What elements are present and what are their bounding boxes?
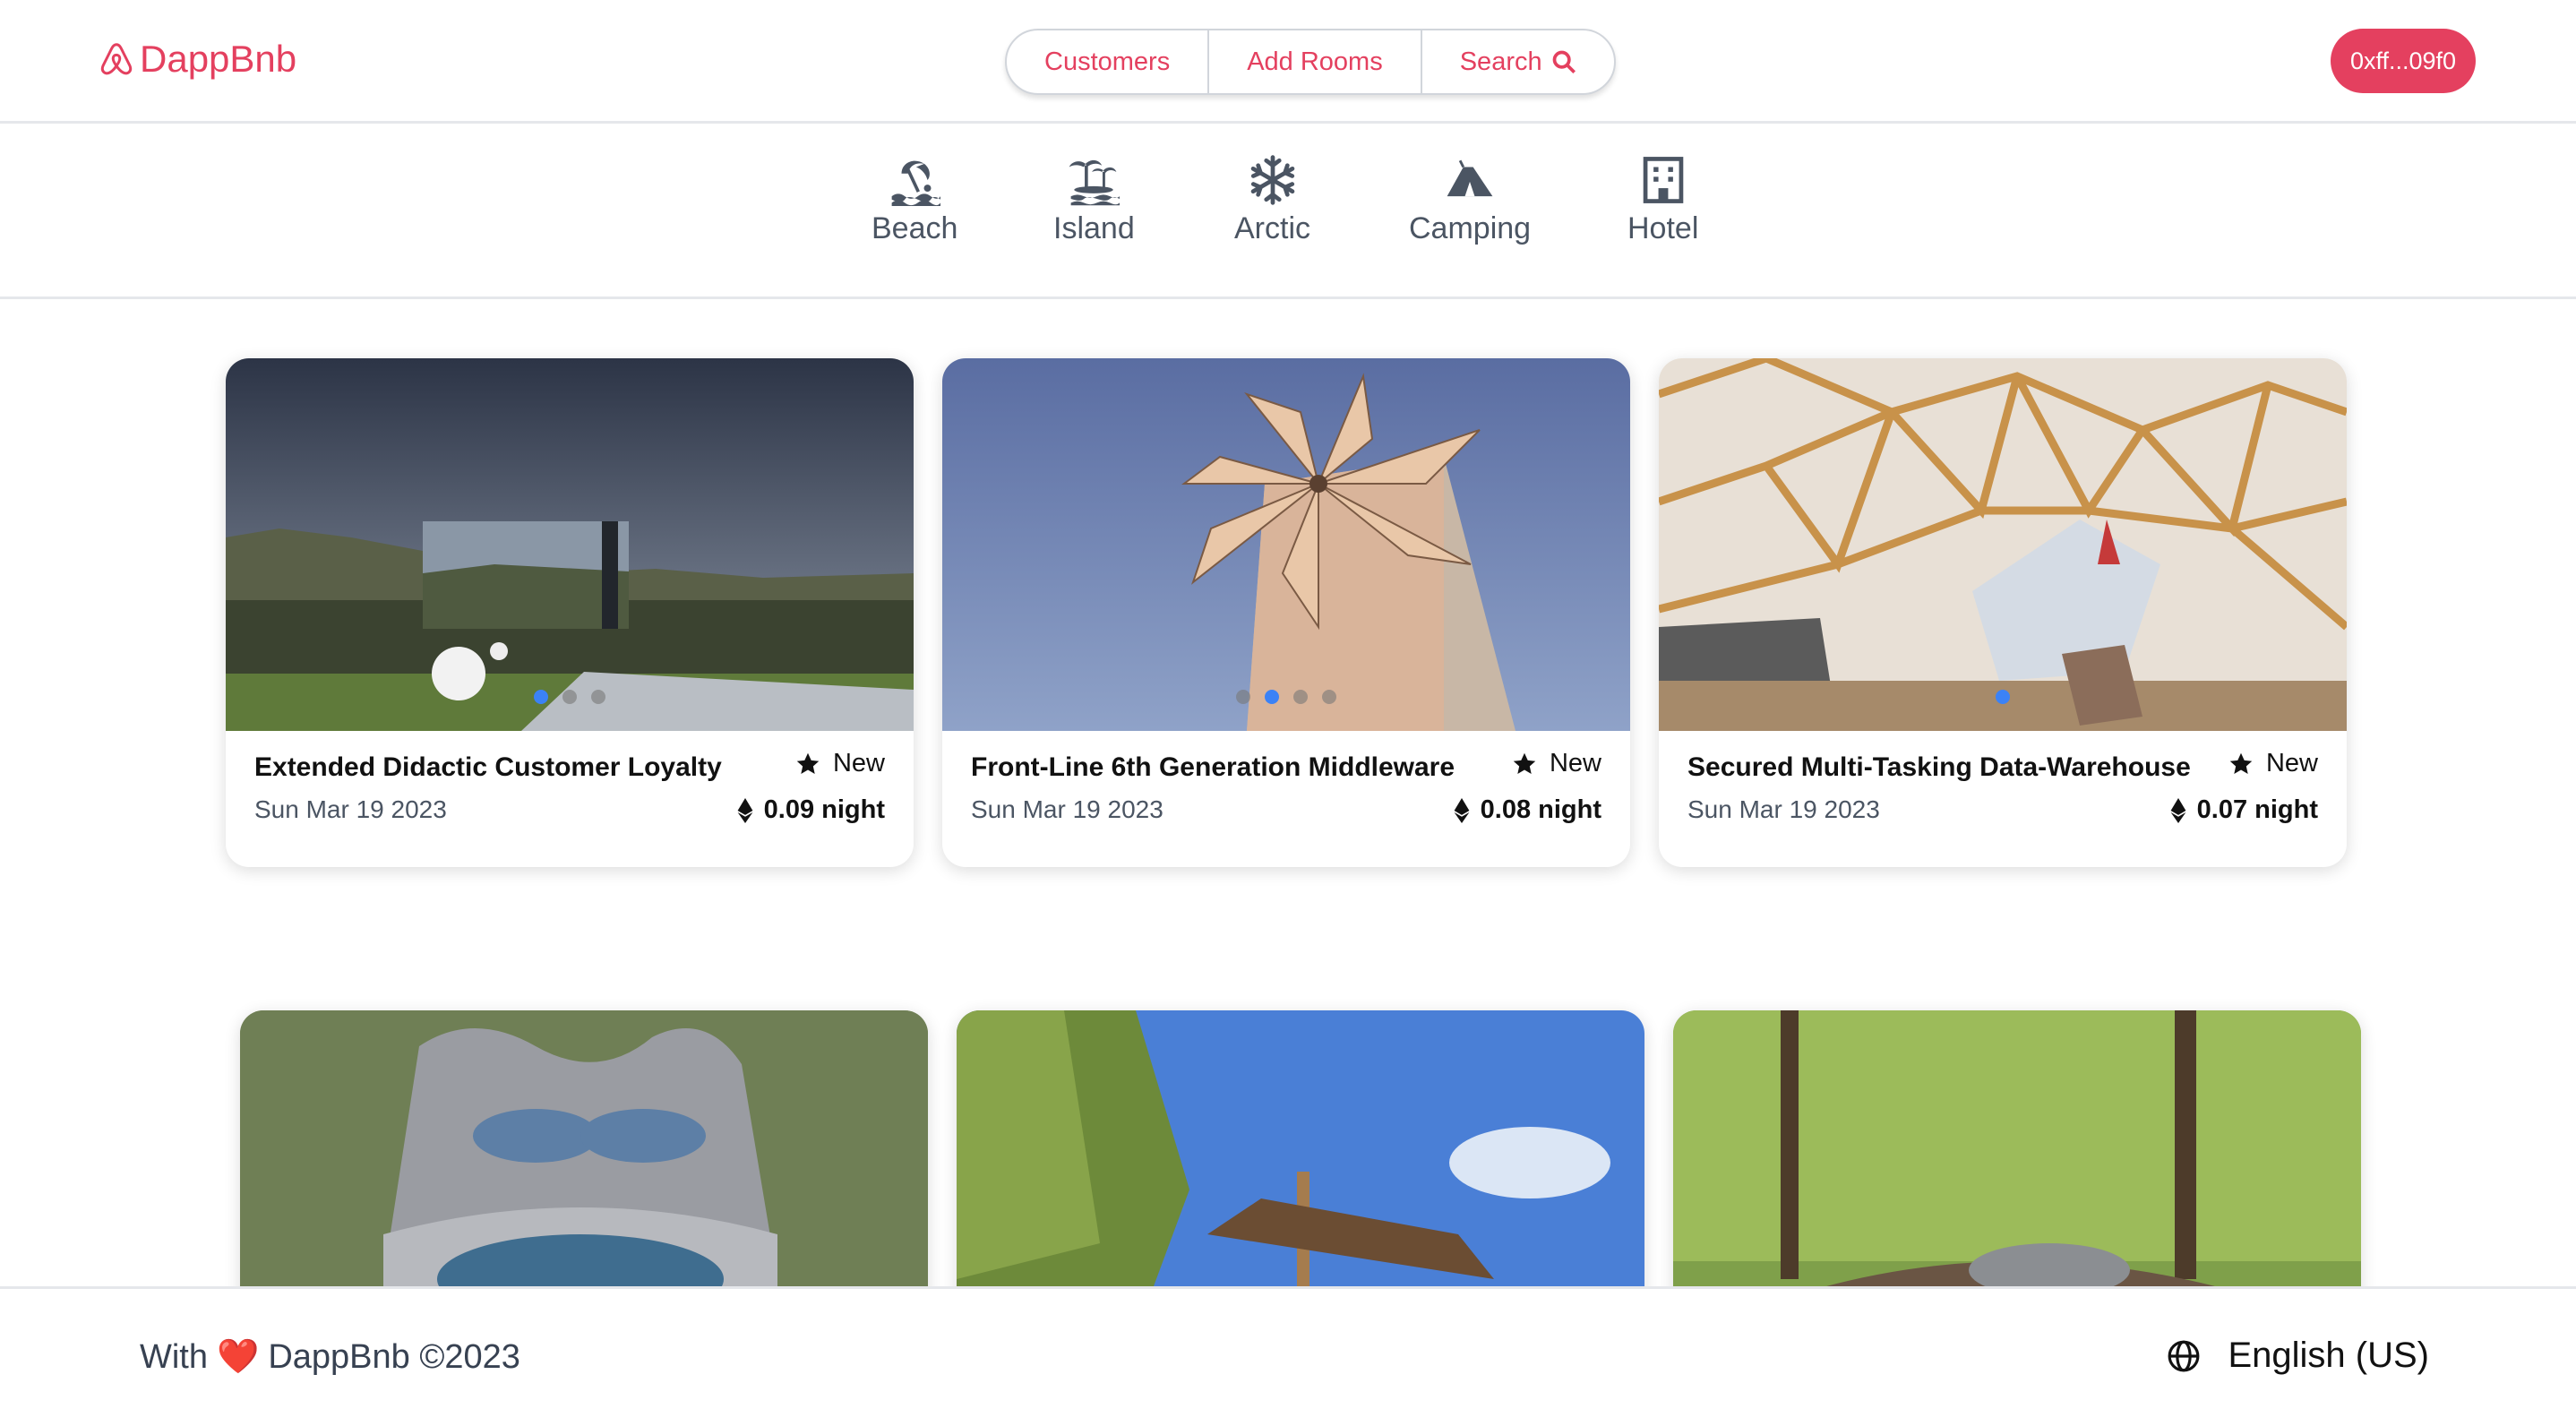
listing-card[interactable]: Front-Line 6th Generation Middleware New… (942, 358, 1630, 867)
listing-price: 0.08 night (1454, 795, 1601, 825)
listing-rating: New (795, 749, 885, 778)
listing-date: Sun Mar 19 2023 (1687, 795, 1880, 823)
carousel-dot[interactable] (1236, 690, 1250, 704)
listing-rating-text: New (1549, 749, 1601, 777)
category-hotel-label: Hotel (1627, 211, 1699, 245)
airbnb-logo-icon (100, 43, 133, 75)
language-label: English (US) (2228, 1336, 2429, 1375)
listing-price-text: 0.08 night (1480, 795, 1601, 824)
listing-price: 0.07 night (2170, 795, 2318, 825)
category-bar: Beach Island Arctic Camping Hotel (0, 124, 2576, 299)
category-hotel[interactable]: Hotel (1627, 154, 1698, 246)
footer-credit: With ❤️ DappBnb ©2023 (140, 1337, 520, 1377)
carousel-dots (226, 690, 914, 704)
nav-add-rooms-label: Add Rooms (1247, 47, 1383, 76)
carousel-dot[interactable] (562, 690, 577, 704)
listing-image[interactable] (226, 358, 914, 731)
category-camping[interactable]: Camping (1409, 154, 1531, 246)
listing-card[interactable]: Secured Multi-Tasking Data-Warehouse New… (1659, 358, 2347, 867)
category-camping-label: Camping (1409, 211, 1532, 245)
listing-title[interactable]: Front-Line 6th Generation Middleware (971, 752, 1455, 783)
ethereum-icon (2170, 797, 2186, 823)
category-arctic[interactable]: Arctic (1234, 154, 1310, 246)
top-navbar: DappBnb Customers Add Rooms Search 0xff.… (0, 0, 2576, 124)
carousel-dot[interactable] (1293, 690, 1308, 704)
carousel-dot[interactable] (1265, 690, 1279, 704)
heart-icon: ❤️ (217, 1338, 260, 1376)
main-nav: Customers Add Rooms Search (1005, 29, 1616, 95)
nav-search-label: Search (1459, 47, 1542, 76)
globe-icon (2168, 1340, 2200, 1371)
listing-info: Extended Didactic Customer Loyalty New S… (226, 731, 914, 867)
listing-rating-text: New (2265, 749, 2318, 777)
carousel-dots (1659, 690, 2347, 704)
footer-prefix: With (140, 1337, 208, 1376)
brand-name: DappBnb (140, 38, 297, 80)
brand-logo[interactable]: DappBnb (99, 38, 296, 81)
listing-rating-text: New (832, 749, 885, 777)
listing-title[interactable]: Secured Multi-Tasking Data-Warehouse (1687, 752, 2191, 783)
hotel-icon (1643, 157, 1683, 203)
listing-rating: New (1512, 749, 1601, 778)
listing-price-text: 0.07 night (2196, 795, 2318, 824)
category-island-label: Island (1053, 211, 1135, 245)
carousel-dot[interactable] (1322, 690, 1336, 704)
wallet-button[interactable]: 0xff...09f0 (2331, 29, 2476, 93)
beach-icon (891, 160, 941, 206)
listing-date: Sun Mar 19 2023 (971, 795, 1163, 823)
wallet-address: 0xff...09f0 (2349, 47, 2457, 74)
nav-search[interactable]: Search (1422, 30, 1614, 93)
carousel-dot[interactable] (591, 690, 605, 704)
listing-price-text: 0.09 night (763, 795, 885, 824)
carousel-dots (942, 690, 1630, 704)
listing-image[interactable] (942, 358, 1630, 731)
listing-date: Sun Mar 19 2023 (254, 795, 447, 823)
search-icon (1552, 50, 1576, 73)
nav-customers-label: Customers (1044, 47, 1171, 76)
listing-title[interactable]: Extended Didactic Customer Loyalty (254, 752, 722, 783)
ethereum-icon (737, 797, 753, 823)
dome-interior-photo (1659, 358, 2347, 731)
language-selector[interactable]: English (US) (2167, 1336, 2429, 1376)
category-arctic-label: Arctic (1234, 211, 1310, 245)
ethereum-icon (1454, 797, 1470, 823)
snowflake-icon (1250, 155, 1294, 205)
nav-add-rooms[interactable]: Add Rooms (1209, 30, 1422, 93)
listing-card[interactable]: Extended Didactic Customer Loyalty New S… (226, 358, 914, 867)
mirror-house-photo (226, 358, 914, 731)
footer-copyright: DappBnb ©2023 (268, 1337, 520, 1376)
listing-image[interactable] (1659, 358, 2347, 731)
carousel-dot[interactable] (534, 690, 548, 704)
island-icon (1069, 159, 1121, 206)
footer: With ❤️ DappBnb ©2023 English (US) (0, 1286, 2576, 1426)
nav-customers[interactable]: Customers (1007, 30, 1210, 93)
listing-rating: New (2228, 749, 2318, 778)
category-island[interactable]: Island (1053, 154, 1135, 246)
listing-info: Front-Line 6th Generation Middleware New… (942, 731, 1630, 867)
star-icon (1513, 752, 1536, 774)
category-beach-label: Beach (872, 211, 958, 245)
windmill-photo (942, 358, 1630, 731)
star-icon (2229, 752, 2253, 774)
listing-price: 0.09 night (737, 795, 885, 825)
category-beach[interactable]: Beach (872, 154, 957, 246)
carousel-dot[interactable] (1996, 690, 2010, 704)
star-icon (796, 752, 820, 774)
listing-info: Secured Multi-Tasking Data-Warehouse New… (1659, 731, 2347, 867)
tent-icon (1447, 159, 1493, 197)
